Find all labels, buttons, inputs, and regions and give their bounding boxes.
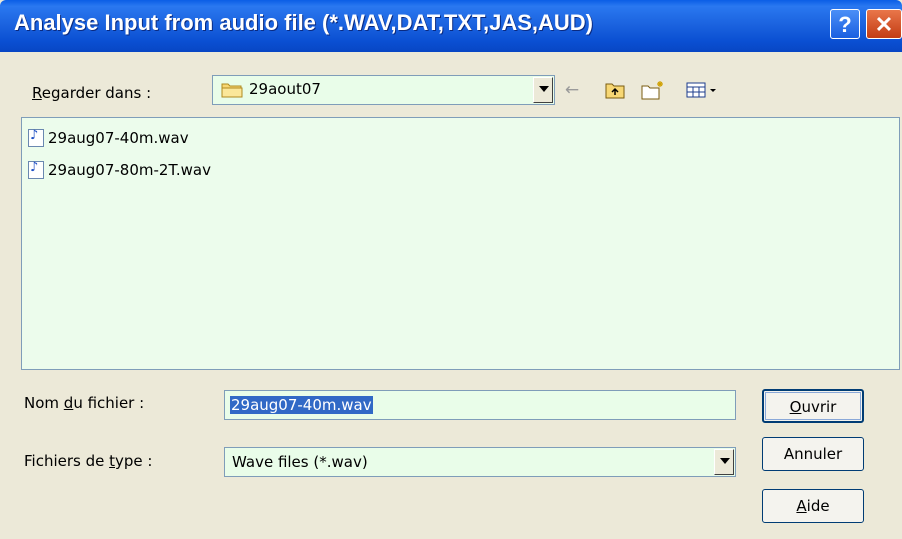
filetype-select[interactable]: Wave files (*.wav): [224, 447, 736, 477]
lookin-label: Regarder dans :: [32, 84, 152, 102]
filetype-dropdown-arrow[interactable]: [714, 449, 734, 475]
lookin-folder-name: 29aout07: [249, 80, 321, 98]
filename-input[interactable]: 29aug07-40m.wav: [224, 390, 736, 420]
filetype-label: Fichiers de type :: [24, 452, 153, 470]
filename-value: 29aug07-40m.wav: [230, 396, 373, 414]
view-menu-icon[interactable]: [684, 79, 722, 101]
title-bar: Analyse Input from audio file (*.WAV,DAT…: [0, 0, 902, 52]
lookin-dropdown-arrow[interactable]: [533, 77, 553, 103]
list-item[interactable]: 29aug07-40m.wav: [28, 127, 189, 149]
lookin-combo[interactable]: 29aout07: [212, 75, 555, 105]
file-name: 29aug07-80m-2T.wav: [48, 161, 211, 179]
close-button[interactable]: ✕: [866, 9, 902, 39]
folder-icon: [221, 80, 243, 98]
help-dialog-button[interactable]: Aide: [762, 489, 864, 523]
file-name: 29aug07-40m.wav: [48, 129, 189, 147]
new-folder-icon[interactable]: [640, 79, 666, 101]
audio-file-icon: [28, 160, 44, 179]
up-folder-icon[interactable]: [602, 79, 628, 101]
filename-label: Nom du fichier :: [24, 394, 145, 412]
audio-file-icon: [28, 128, 44, 147]
window-title: Analyse Input from audio file (*.WAV,DAT…: [14, 10, 593, 35]
file-list[interactable]: 29aug07-40m.wav 29aug07-80m-2T.wav: [21, 117, 900, 370]
open-button[interactable]: Ouvrir: [762, 389, 864, 423]
help-button[interactable]: ?: [830, 9, 860, 39]
cancel-button[interactable]: Annuler: [762, 437, 864, 471]
list-item[interactable]: 29aug07-80m-2T.wav: [28, 159, 211, 181]
filetype-value: Wave files (*.wav): [232, 453, 368, 471]
back-arrow-icon[interactable]: ←: [562, 79, 582, 101]
